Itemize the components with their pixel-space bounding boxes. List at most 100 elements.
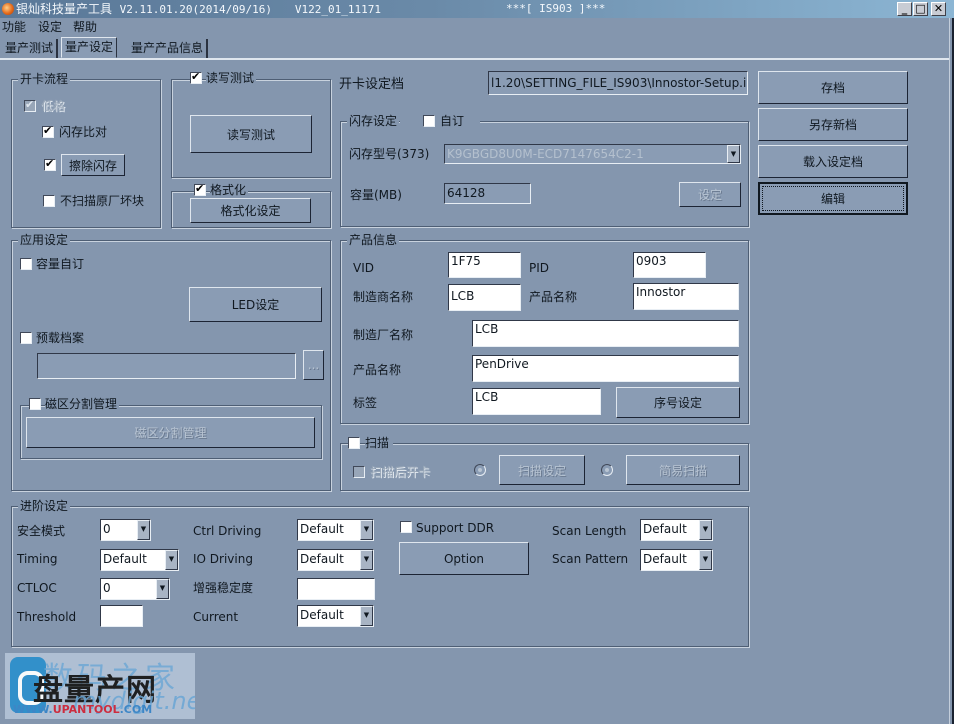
title-bar[interactable]: 银灿科技量产工具 V2.11.01.20(2014/09/16) V122_01… (0, 0, 954, 18)
product-name-short-input[interactable]: Innostor (633, 283, 739, 310)
capacity-label: 容量(MB) (350, 188, 402, 202)
open-card-flow-title: 开卡流程 (18, 72, 71, 86)
scan-settings-radio[interactable] (474, 464, 486, 476)
low-format-checkbox[interactable] (24, 98, 36, 112)
open-after-scan-checkbox[interactable] (353, 466, 365, 478)
ctrl-driving-value: Default (300, 522, 344, 536)
flash-compare-checkbox[interactable] (42, 124, 54, 138)
chip-model: ***[ IS903 ]*** (506, 2, 606, 15)
capacity-custom-label: 容量自订 (36, 257, 85, 271)
chevron-down-icon: ▼ (360, 520, 373, 540)
flash-custom-checkbox[interactable] (423, 115, 435, 127)
edit-button[interactable]: 编辑 (758, 182, 908, 215)
flash-model-label: 闪存型号(373) (349, 147, 430, 161)
flash-settings-title: 闪存设定 (347, 114, 400, 128)
scan-pattern-select[interactable]: Default ▼ (640, 549, 713, 571)
menu-help[interactable]: 帮助 (73, 18, 97, 37)
minimize-button[interactable]: _ (897, 2, 912, 16)
manufacturer-input[interactable]: LCB (472, 320, 739, 347)
support-ddr-label: Support DDR (416, 521, 495, 535)
safe-mode-select[interactable]: 0 ▼ (100, 519, 151, 541)
stability-label: 增强稳定度 (193, 581, 254, 595)
threshold-input[interactable] (100, 605, 143, 627)
save-as-button[interactable]: 另存新档 (758, 108, 908, 141)
pid-input[interactable]: 0903 (633, 252, 706, 278)
ctloc-select[interactable]: 0 ▼ (100, 578, 170, 600)
app-settings-title: 应用设定 (18, 233, 71, 247)
rw-test-button[interactable]: 读写测试 (190, 115, 312, 153)
vendor-name-label: 制造商名称 (353, 290, 414, 304)
erase-flash-button[interactable]: 擦除闪存 (61, 154, 125, 176)
setting-file-path[interactable]: l1.20\SETTING_FILE_IS903\Innostor-Setup.… (488, 71, 748, 95)
tab-production-test[interactable]: 量产测试 (2, 39, 59, 58)
app-version: V2.11.01.20(2014/09/16) (119, 3, 272, 16)
erase-flash-checkbox[interactable] (44, 157, 56, 171)
partition-manage-button[interactable]: 磁区分割管理 (26, 417, 315, 448)
chevron-down-icon: ▼ (699, 550, 712, 570)
io-driving-select[interactable]: Default ▼ (297, 549, 374, 571)
scan-length-value: Default (643, 522, 687, 536)
timing-label: Timing (17, 552, 58, 566)
setting-file-label: 开卡设定档 (339, 77, 405, 92)
watermark-www: WWW. (13, 703, 53, 716)
save-button[interactable]: 存档 (758, 71, 908, 104)
preload-label: 预载档案 (36, 331, 85, 345)
rw-test-checkbox[interactable] (190, 70, 202, 84)
chevron-down-icon: ▼ (165, 550, 178, 570)
support-ddr-checkbox[interactable] (400, 521, 412, 533)
flash-set-button[interactable]: 设定 (679, 182, 741, 207)
watermark-brand: UPANTOOL (52, 703, 120, 716)
watermark: 数码之家 盘量产网 mydigit.net WWW.UPANTOOL.COM (5, 653, 195, 719)
chevron-down-icon: ▼ (727, 145, 740, 163)
ctloc-label: CTLOC (17, 581, 57, 595)
app-icon (2, 3, 14, 15)
chevron-down-icon: ▼ (360, 606, 373, 626)
scan-checkbox[interactable] (348, 437, 360, 449)
open-after-scan-label: 扫描后开卡 (370, 465, 431, 479)
capacity-custom-checkbox[interactable] (20, 258, 32, 270)
capacity-input[interactable]: 64128 (444, 183, 531, 204)
ctrl-driving-label: Ctrl Driving (193, 524, 262, 538)
current-label: Current (193, 610, 239, 624)
tab-divider (0, 58, 954, 60)
chevron-down-icon: ▼ (156, 579, 169, 599)
vid-input[interactable]: 1F75 (448, 252, 521, 278)
rw-test-label: 读写测试 (206, 71, 257, 85)
stability-input[interactable] (297, 578, 375, 600)
ctrl-driving-select[interactable]: Default ▼ (297, 519, 374, 541)
tab-production-settings[interactable]: 量产设定 (61, 37, 118, 58)
quick-scan-radio[interactable] (601, 464, 613, 476)
quick-scan-button[interactable]: 简易扫描 (626, 455, 740, 485)
menu-settings[interactable]: 设定 (38, 18, 62, 37)
timing-select[interactable]: Default ▼ (100, 549, 179, 571)
browse-button[interactable]: ... (303, 350, 324, 380)
no-scan-bad-blocks-checkbox[interactable] (43, 195, 55, 207)
partition-checkbox[interactable] (29, 398, 41, 410)
tab-product-info[interactable]: 量产产品信息 (128, 39, 209, 58)
current-select[interactable]: Default ▼ (297, 605, 374, 627)
threshold-label: Threshold (17, 610, 77, 624)
maximize-button[interactable]: □ (913, 2, 928, 16)
load-settings-button[interactable]: 载入设定档 (758, 145, 908, 178)
vendor-name-input[interactable]: LCB (448, 284, 521, 311)
close-button[interactable]: ✕ (931, 2, 946, 16)
pid-label: PID (529, 261, 550, 275)
flash-model-select[interactable]: K9GBGD8U0M-ECD7147654C2-1 ▼ (444, 144, 741, 164)
led-settings-button[interactable]: LED设定 (189, 287, 322, 322)
tag-input[interactable]: LCB (472, 388, 601, 415)
scan-settings-button[interactable]: 扫描设定 (499, 455, 585, 485)
scan-length-label: Scan Length (552, 524, 627, 538)
product-name-input[interactable]: PenDrive (472, 355, 739, 382)
menu-function[interactable]: 功能 (2, 18, 26, 37)
format-checkbox[interactable] (194, 182, 206, 196)
option-button[interactable]: Option (399, 542, 529, 575)
preload-path-input[interactable] (37, 353, 296, 379)
advanced-settings-title: 进阶设定 (18, 499, 71, 513)
preload-checkbox[interactable] (20, 332, 32, 344)
scan-length-select[interactable]: Default ▼ (640, 519, 713, 541)
menu-bar: 功能 设定 帮助 (0, 18, 954, 37)
serial-settings-button[interactable]: 序号设定 (616, 387, 740, 418)
format-settings-button[interactable]: 格式化设定 (190, 198, 311, 223)
tab-bar: 量产测试 量产设定 量产产品信息 (0, 37, 954, 58)
scan-label: 扫描 (365, 436, 394, 450)
